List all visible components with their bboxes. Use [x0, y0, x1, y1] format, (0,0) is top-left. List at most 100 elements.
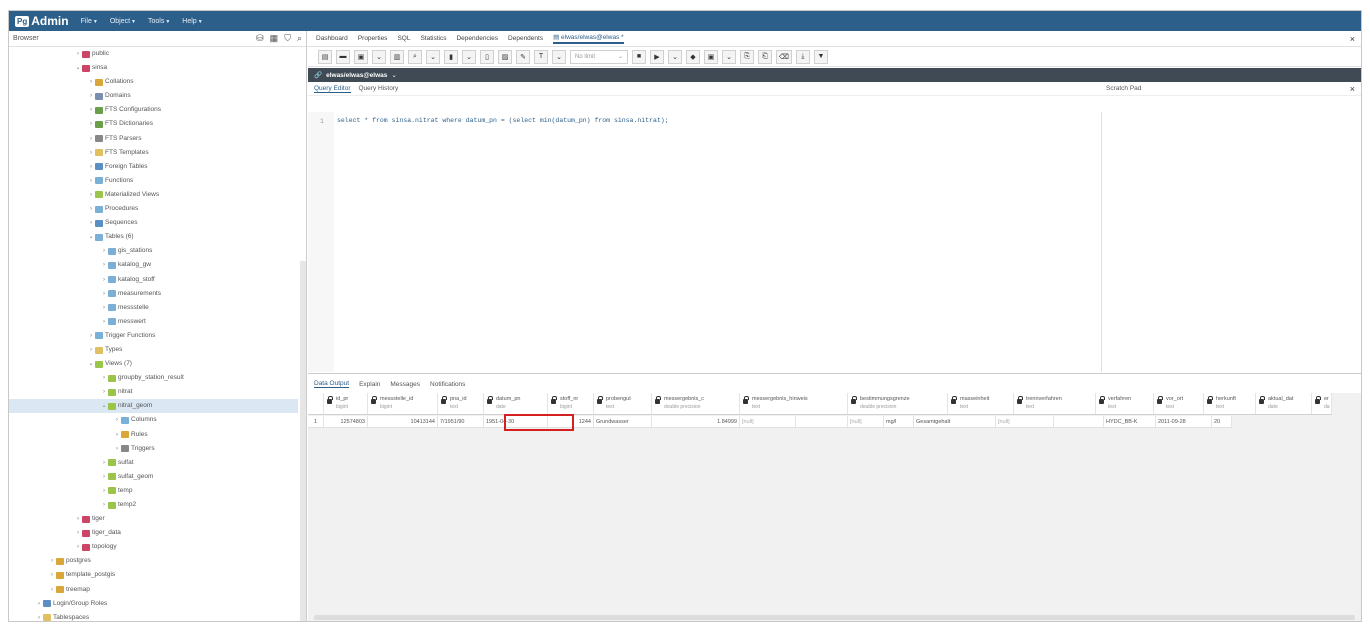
delete-icon[interactable]: ▨ [498, 49, 512, 64]
view-data-icon[interactable]: ▦ [270, 33, 279, 44]
menu-help[interactable]: Help▼ [182, 18, 202, 25]
tree-item[interactable]: › Functions [9, 174, 298, 188]
chevron-right-icon[interactable]: › [74, 47, 82, 61]
tree-item[interactable]: › temp [9, 484, 298, 498]
tree-item[interactable]: › Collations [9, 75, 298, 89]
tab-sql[interactable]: SQL [397, 35, 410, 42]
connection-bar[interactable]: 🔗 elwas/elwas@elwas ⌄ [308, 68, 1361, 82]
chevron-right-icon[interactable]: › [100, 301, 108, 315]
column-header[interactable]: herkunft text [1204, 393, 1256, 414]
chevron-right-icon[interactable]: › [35, 611, 43, 621]
edit-icon[interactable]: ▥ [390, 49, 404, 64]
tree-item[interactable]: › sulfat [9, 456, 298, 470]
chevron-right-icon[interactable]: › [87, 89, 95, 103]
table-cell[interactable]: [null] [740, 416, 796, 427]
tree-item[interactable]: › Login/Group Roles [9, 597, 298, 611]
tree-item[interactable]: › temp2 [9, 498, 298, 512]
tree-item[interactable]: › Foreign Tables [9, 160, 298, 174]
chevron-right-icon[interactable]: › [87, 343, 95, 357]
tab-query-editor[interactable]: Query Editor [314, 85, 351, 93]
tab-notifications[interactable]: Notifications [430, 381, 465, 388]
row-limit-select[interactable]: No limit ⌄ [570, 49, 628, 64]
chevron-right-icon[interactable]: › [48, 554, 56, 568]
tree-item[interactable]: › Domains [9, 89, 298, 103]
explain-analyze-icon[interactable]: ▣ [704, 49, 718, 64]
chevron-right-icon[interactable]: › [100, 385, 108, 399]
table-cell[interactable]: 1.84999 [652, 416, 740, 427]
chevron-right-icon[interactable]: › [113, 428, 121, 442]
open-file-icon[interactable]: ▤ [318, 49, 332, 64]
table-cell[interactable] [796, 416, 848, 427]
chevron-right-icon[interactable]: › [87, 75, 95, 89]
chevron-down-icon[interactable]: ⌄ [100, 399, 108, 413]
chevron-right-icon[interactable]: › [87, 132, 95, 146]
tree-item[interactable]: › sulfat_geom [9, 470, 298, 484]
chevron-right-icon[interactable]: › [74, 512, 82, 526]
chevron-right-icon[interactable]: › [100, 456, 108, 470]
tree-item[interactable]: › katalog_gw [9, 258, 298, 272]
tree-item[interactable]: › topology [9, 540, 298, 554]
table-cell[interactable]: [null] [996, 416, 1054, 427]
column-header[interactable]: er da [1312, 393, 1332, 414]
tree-item[interactable]: ⌄ Tables (6) [9, 230, 298, 244]
tree-item[interactable]: › Triggers [9, 442, 298, 456]
chevron-right-icon[interactable]: › [113, 442, 121, 456]
tree-item[interactable]: ⌄ nitrat_geom [9, 399, 298, 414]
tree-item[interactable]: › nitrat [9, 385, 298, 399]
table-cell[interactable]: 10413144 [368, 416, 438, 427]
chevron-right-icon[interactable]: › [74, 526, 82, 540]
tree-item[interactable]: › measurements [9, 287, 298, 301]
column-header[interactable]: probengut text [594, 393, 652, 414]
tree-item[interactable]: › Tablespaces [9, 611, 298, 621]
download-icon[interactable]: ⤓ [795, 49, 810, 64]
chevron-right-icon[interactable]: › [48, 568, 56, 582]
chevron-right-icon[interactable]: › [87, 160, 95, 174]
menu-tools[interactable]: Tools▼ [148, 18, 170, 25]
tree-item[interactable]: › tiger [9, 512, 298, 526]
tab-dashboard[interactable]: Dashboard [316, 35, 348, 42]
column-header[interactable]: stoff_nr bigint [548, 393, 594, 414]
scratch-pad[interactable] [1101, 112, 1361, 372]
chevron-right-icon[interactable]: › [87, 117, 95, 131]
tree-item[interactable]: › Procedures [9, 202, 298, 216]
find-icon[interactable]: ⌕ [408, 49, 422, 64]
chevron-right-icon[interactable]: › [87, 146, 95, 160]
menu-object[interactable]: Object▼ [110, 18, 136, 25]
column-header[interactable]: messstelle_id bigint [368, 393, 438, 414]
tree-item[interactable]: › gis_stations [9, 244, 298, 258]
browser-scrollbar[interactable] [300, 261, 306, 621]
filter-icon[interactable]: ⛉ [284, 33, 291, 44]
table-cell[interactable] [1054, 416, 1104, 427]
column-header[interactable]: bestimmungsgrenze double precision [848, 393, 948, 414]
column-header[interactable]: aktual_dat date [1256, 393, 1312, 414]
table-cell[interactable]: Gesamtgehalt [914, 416, 996, 427]
column-header[interactable]: masseinheit text [948, 393, 1014, 414]
chevron-right-icon[interactable]: › [87, 103, 95, 117]
close-icon[interactable]: × [1350, 34, 1355, 44]
table-cell[interactable]: 20 [1212, 416, 1232, 427]
chevron-right-icon[interactable]: › [113, 413, 121, 427]
tree-item[interactable]: ⌄ Views (7) [9, 357, 298, 371]
chevron-right-icon[interactable]: › [100, 287, 108, 301]
chevron-down-icon[interactable]: ⌄ [74, 61, 82, 75]
chevron-right-icon[interactable]: › [100, 273, 108, 287]
filter-icon[interactable]: T [534, 49, 548, 64]
tab-messages[interactable]: Messages [390, 381, 420, 388]
column-header[interactable]: messergebnis_c double precision [652, 393, 740, 414]
chevron-right-icon[interactable]: › [74, 540, 82, 554]
chevron-right-icon[interactable]: › [87, 202, 95, 216]
tab-query-history[interactable]: Query History [359, 85, 399, 92]
tab-dependencies[interactable]: Dependencies [456, 35, 498, 42]
chevron-right-icon[interactable]: › [100, 470, 108, 484]
chevron-down-icon[interactable]: ⌄ [722, 49, 736, 64]
tree-item[interactable]: › messstelle [9, 301, 298, 315]
tree-item[interactable]: › treemap [9, 583, 298, 597]
tab-query-tool[interactable]: ▤ elwas/elwas@elwas * [553, 33, 624, 44]
chevron-right-icon[interactable]: › [87, 174, 95, 188]
sql-code[interactable]: select * from sinsa.nitrat where datum_p… [337, 117, 669, 124]
tree-item[interactable]: › tiger_data [9, 526, 298, 540]
table-cell[interactable]: HYDC_BB-K [1104, 416, 1156, 427]
edit-dropdown-icon[interactable]: ✎ [516, 49, 530, 64]
chevron-down-icon[interactable]: ⌄ [372, 49, 386, 64]
query-tool-icon[interactable]: ⛁ [256, 33, 264, 44]
